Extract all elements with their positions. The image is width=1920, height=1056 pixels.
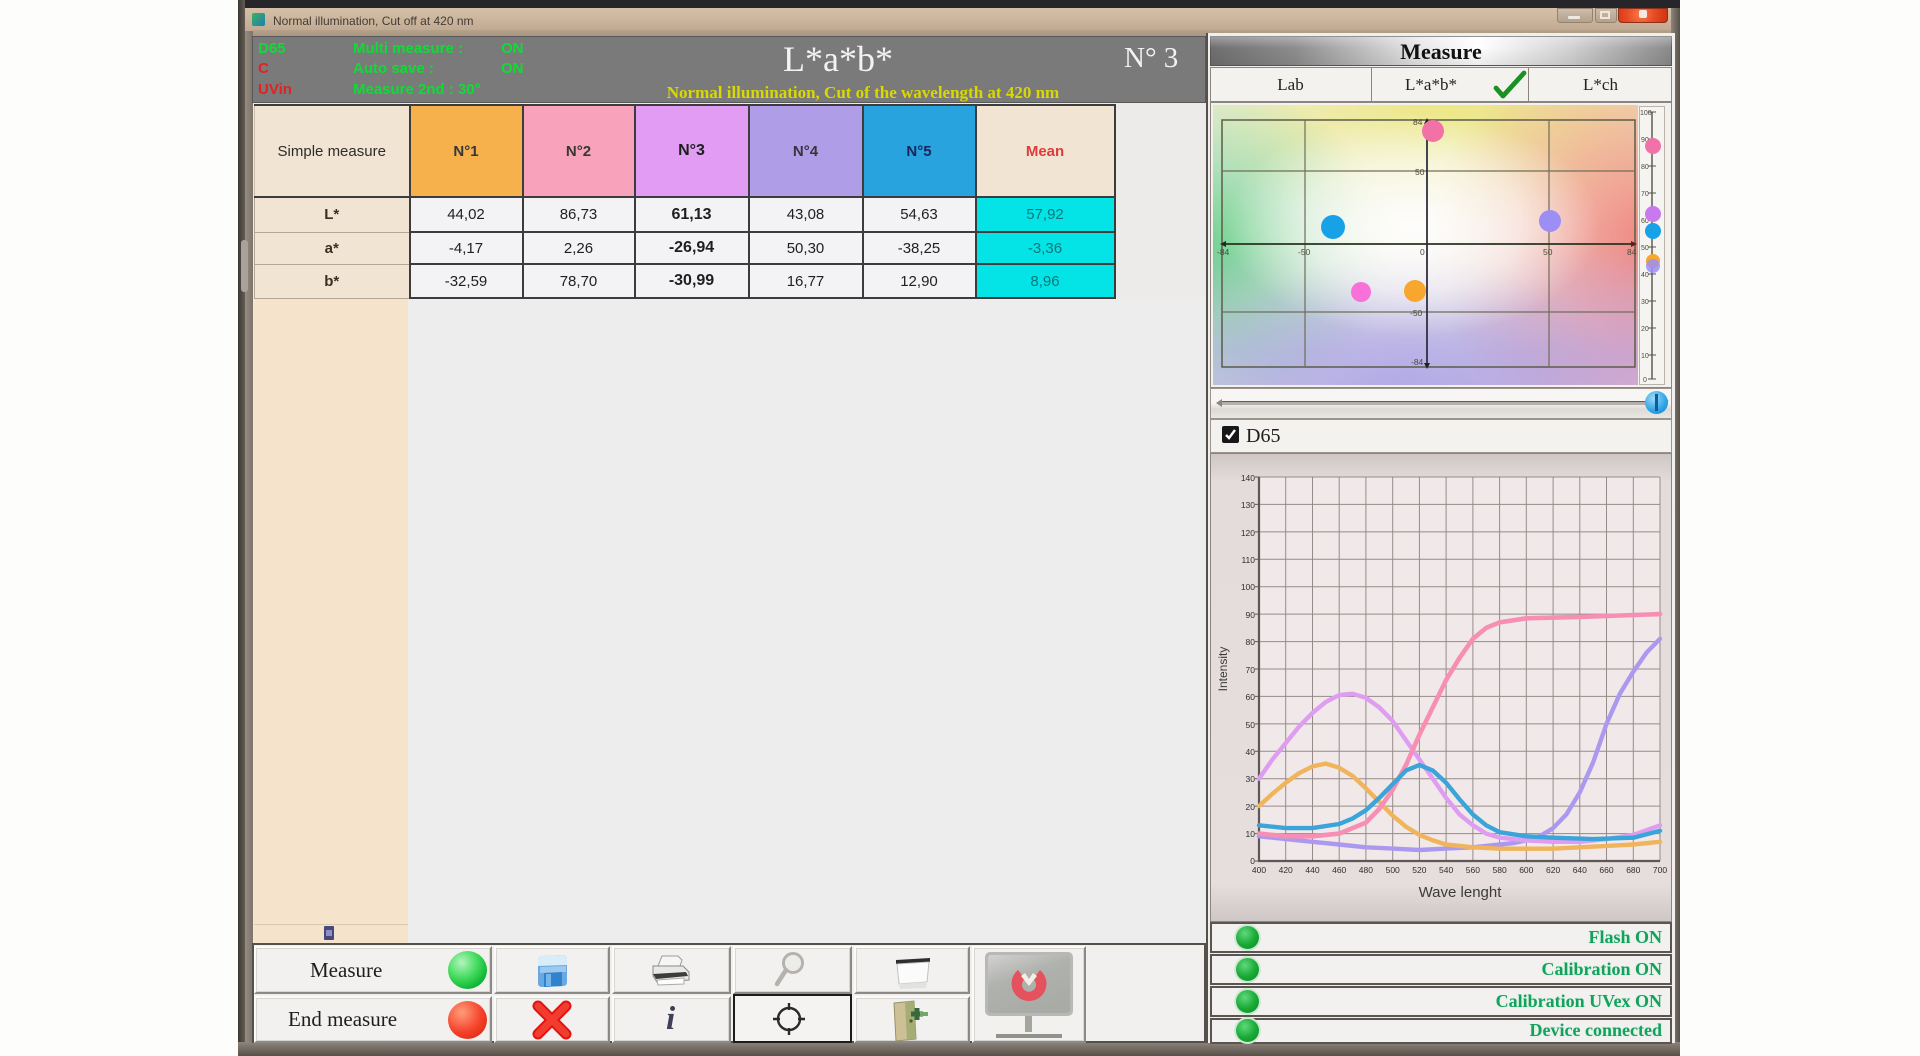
svg-text:80: 80 — [1641, 164, 1649, 171]
svg-text:80: 80 — [1246, 637, 1256, 647]
svg-text:140: 140 — [1241, 473, 1255, 483]
svg-text:460: 460 — [1332, 865, 1346, 875]
svg-text:84: 84 — [1413, 117, 1423, 127]
svg-text:70: 70 — [1246, 665, 1256, 675]
svg-text:10: 10 — [1246, 829, 1256, 839]
svg-text:50: 50 — [1246, 720, 1256, 730]
svg-text:120: 120 — [1241, 528, 1255, 538]
svg-text:400: 400 — [1252, 865, 1266, 875]
svg-text:20: 20 — [1641, 326, 1649, 333]
svg-text:480: 480 — [1359, 865, 1373, 875]
svg-text:100: 100 — [1241, 582, 1255, 592]
svg-text:420: 420 — [1279, 865, 1293, 875]
svg-text:50: 50 — [1543, 247, 1553, 257]
svg-text:700: 700 — [1653, 865, 1667, 875]
svg-text:0: 0 — [1420, 247, 1425, 257]
svg-text:30: 30 — [1246, 774, 1256, 784]
svg-text:-84: -84 — [1411, 357, 1424, 367]
svg-text:640: 640 — [1573, 865, 1587, 875]
svg-text:580: 580 — [1493, 865, 1507, 875]
svg-text:440: 440 — [1305, 865, 1319, 875]
svg-text:-50: -50 — [1410, 308, 1423, 318]
svg-text:70: 70 — [1641, 191, 1649, 198]
svg-text:130: 130 — [1241, 500, 1255, 510]
svg-text:0: 0 — [1643, 377, 1647, 384]
svg-text:-50: -50 — [1298, 247, 1311, 257]
svg-text:60: 60 — [1246, 692, 1256, 702]
svg-text:10: 10 — [1641, 353, 1649, 360]
svg-text:Wave lenght: Wave lenght — [1419, 884, 1503, 901]
svg-text:50: 50 — [1641, 245, 1649, 252]
svg-text:30: 30 — [1641, 299, 1649, 306]
svg-text:600: 600 — [1519, 865, 1533, 875]
svg-text:680: 680 — [1626, 865, 1640, 875]
svg-text:560: 560 — [1466, 865, 1480, 875]
svg-text:100: 100 — [1640, 110, 1652, 117]
svg-text:40: 40 — [1641, 272, 1649, 279]
svg-text:50: 50 — [1415, 167, 1425, 177]
svg-text:520: 520 — [1412, 865, 1426, 875]
svg-text:90: 90 — [1246, 610, 1256, 620]
svg-text:660: 660 — [1599, 865, 1613, 875]
svg-text:-84: -84 — [1217, 247, 1230, 257]
svg-text:500: 500 — [1386, 865, 1400, 875]
svg-text:40: 40 — [1246, 747, 1256, 757]
svg-text:20: 20 — [1246, 802, 1256, 812]
svg-text:110: 110 — [1241, 555, 1255, 565]
svg-text:620: 620 — [1546, 865, 1560, 875]
svg-text:Intensity: Intensity — [1216, 647, 1230, 692]
svg-text:84: 84 — [1627, 247, 1637, 257]
svg-text:540: 540 — [1439, 865, 1453, 875]
